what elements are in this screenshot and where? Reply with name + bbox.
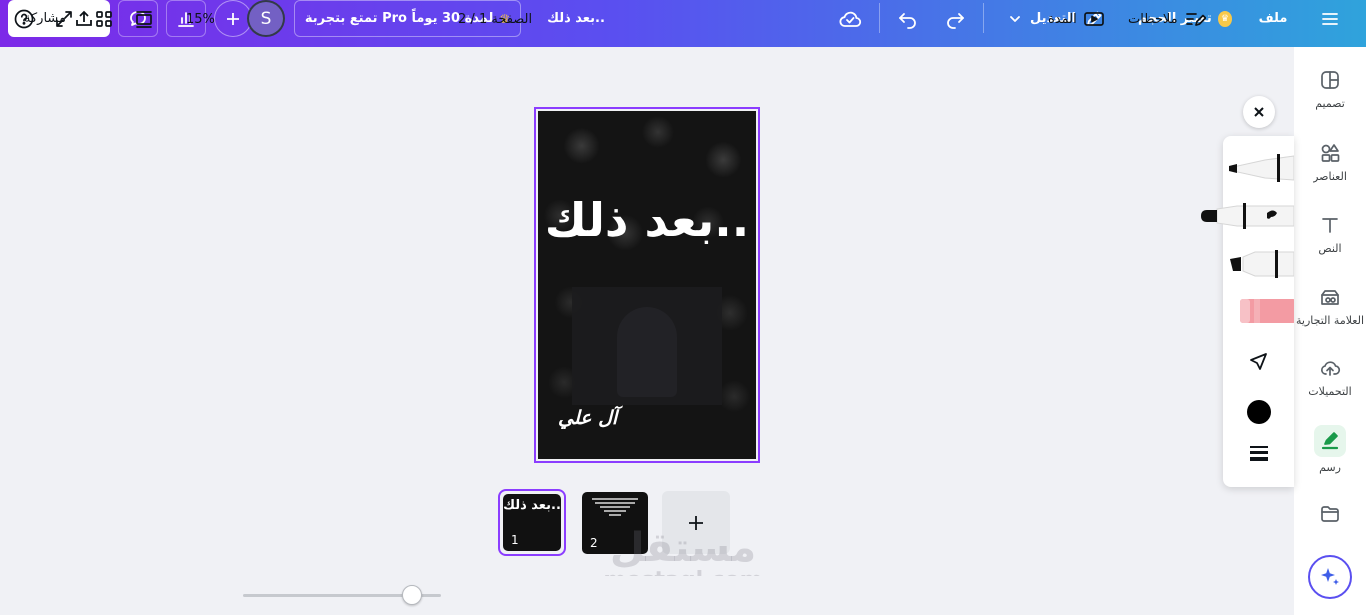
close-draw-panel-button[interactable]	[1243, 96, 1275, 128]
pen-tool[interactable]	[1227, 150, 1294, 186]
expand-icon	[56, 11, 72, 27]
draw-icon	[1321, 432, 1339, 450]
sidebar-item-text[interactable]: النص	[1294, 214, 1366, 255]
file-menu-label: ملف	[1258, 11, 1288, 26]
chevron-down-icon	[1010, 15, 1020, 22]
redo-icon	[947, 12, 964, 29]
sidebar-item-label: العلامة التجارية	[1295, 314, 1364, 327]
redo-button[interactable]	[942, 0, 968, 37]
thumbnail-preview: بعد ذلك.. 1	[503, 494, 561, 551]
sidebar-item-label: رسم	[1319, 461, 1341, 474]
pages-icon	[136, 11, 152, 28]
zoom-level-text: 15%	[186, 11, 215, 27]
sidebar-item-draw[interactable]: رسم	[1294, 425, 1366, 474]
sidebar-item-label: تصميم	[1315, 97, 1345, 110]
duration-label: المدة	[1048, 11, 1077, 27]
sparkle-icon	[1321, 568, 1339, 585]
page-indicator[interactable]: الصفحة 1 / 2	[458, 8, 532, 30]
notes-button[interactable]: ملاحظات	[1128, 8, 1206, 30]
sidebar-item-elements[interactable]: العناصر	[1294, 142, 1366, 183]
text-icon	[1322, 218, 1338, 233]
sidebar-item-design[interactable]: تصميم	[1294, 69, 1366, 110]
page-indicator-text: الصفحة 1 / 2	[458, 11, 533, 27]
grid-view-button[interactable]	[94, 8, 114, 30]
brand-icon	[1321, 290, 1339, 305]
eraser-tool[interactable]	[1238, 296, 1294, 326]
sidebar-item-label: العناصر	[1313, 170, 1347, 183]
avatar[interactable]: S	[247, 0, 285, 37]
folder-icon	[1321, 506, 1339, 522]
duration-button[interactable]: المدة	[1048, 8, 1105, 30]
notes-icon	[1185, 13, 1206, 26]
page-subtitle[interactable]: آل علي	[558, 407, 617, 429]
thumbnail-number: 2	[590, 536, 598, 550]
shapes-icon	[1321, 144, 1340, 162]
thumbnail-title: بعد ذلك..	[503, 498, 561, 513]
figure-image[interactable]	[572, 287, 722, 405]
undo-button[interactable]	[895, 0, 921, 37]
hamburger-icon	[1322, 12, 1338, 25]
watermark-arabic: مستقل	[609, 525, 757, 571]
document-title[interactable]: بعد ذلك..	[546, 0, 606, 37]
page-thumbnail[interactable]: بعد ذلك.. 1	[498, 489, 566, 556]
select-tool[interactable]	[1248, 351, 1270, 373]
highlighter-tool[interactable]	[1227, 246, 1294, 282]
help-button[interactable]	[13, 8, 35, 30]
design-page[interactable]: بعد ذلك.. آل علي	[538, 111, 756, 459]
page-view-button[interactable]	[134, 8, 154, 30]
divider	[983, 3, 984, 33]
zoom-level[interactable]: 15%	[186, 8, 215, 30]
sidebar-item-projects[interactable]	[1294, 503, 1366, 525]
document-title-text: بعد ذلك..	[547, 11, 605, 26]
divider	[879, 3, 880, 33]
undo-icon	[899, 12, 916, 29]
sidebar-item-label: النص	[1318, 242, 1342, 255]
cloud-upload-icon	[1321, 361, 1341, 376]
file-menu-button[interactable]: ملف	[1256, 0, 1290, 37]
color-picker[interactable]	[1247, 400, 1271, 424]
save-status-button[interactable]	[836, 0, 864, 37]
thumbnail-text-lines	[592, 496, 638, 518]
zoom-slider-handle[interactable]	[402, 585, 422, 605]
close-icon	[1254, 107, 1264, 117]
draw-active-indicator	[1314, 425, 1346, 457]
video-icon	[1083, 12, 1104, 26]
sidebar-item-uploads[interactable]: التحميلات	[1294, 357, 1366, 398]
avatar-initial: S	[260, 8, 272, 29]
share-icon	[76, 10, 92, 26]
crown-icon: ♛	[1217, 10, 1232, 27]
layout-icon	[1321, 71, 1339, 89]
figure-silhouette	[617, 307, 677, 397]
magic-assistant-button[interactable]	[1308, 555, 1352, 599]
notes-label: ملاحظات	[1128, 11, 1178, 27]
design-page-frame[interactable]: بعد ذلك.. آل علي	[534, 107, 760, 463]
grid-icon	[96, 11, 112, 27]
help-icon	[14, 9, 34, 29]
fullscreen-button[interactable]	[54, 8, 74, 30]
plus-icon	[227, 12, 239, 25]
sidebar-item-label: التحميلات	[1308, 385, 1352, 398]
cloud-check-icon	[839, 11, 862, 27]
sidebar-item-brand[interactable]: العلامة التجارية	[1294, 286, 1366, 327]
right-sidebar: تصميم العناصر النص العلامة التجارية التح…	[1294, 47, 1366, 615]
stroke-weight-tool[interactable]	[1248, 442, 1270, 464]
main-menu-button[interactable]	[1316, 0, 1344, 37]
bottom-bar	[0, 576, 1294, 615]
page-title[interactable]: بعد ذلك..	[538, 193, 756, 247]
thumbnail-number: 1	[511, 533, 519, 547]
draw-tools-panel	[1201, 136, 1294, 487]
marker-tool[interactable]	[1197, 198, 1294, 234]
